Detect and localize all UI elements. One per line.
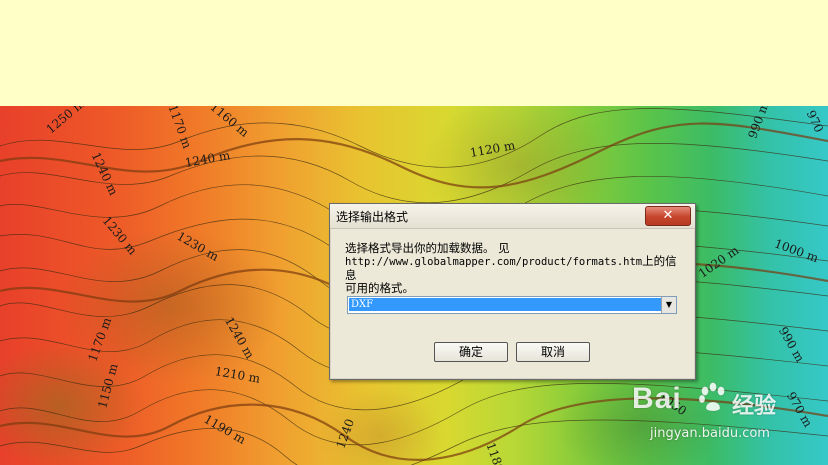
formats-url: http://www.globalmapper.com/product/form…	[345, 256, 643, 268]
format-dropdown-value: DXF	[349, 298, 661, 311]
paw-logo-icon	[698, 382, 725, 412]
dialog-title: 选择输出格式	[336, 210, 409, 224]
watermark-text: 经验	[732, 394, 777, 419]
message-line-1: 选择格式导出你的加载数据。 见	[345, 241, 510, 255]
message-line-3: 可用的格式。	[345, 281, 414, 295]
dialog-titlebar[interactable]: 选择输出格式 ✕	[330, 204, 695, 229]
watermark-url: jingyan.baidu.com	[650, 426, 770, 441]
message-line-2: http://www.globalmapper.com/product/form…	[345, 255, 685, 282]
dialog-message: 选择格式导出你的加载数据。 见 http://www.globalmapper.…	[345, 242, 685, 295]
export-format-dialog: 选择输出格式 ✕ 选择格式导出你的加载数据。 见 http://www.glob…	[329, 203, 696, 380]
dropdown-arrow-icon[interactable]: ▼	[661, 297, 676, 313]
baidu-watermark: Bai 经验 jingyan.baidu.com	[632, 376, 822, 456]
cancel-button[interactable]: 取消	[516, 342, 590, 362]
close-button[interactable]: ✕	[645, 206, 691, 226]
format-dropdown[interactable]: DXF ▼	[347, 296, 677, 314]
ok-button[interactable]: 确定	[434, 342, 508, 362]
watermark-brand: Bai	[632, 382, 682, 415]
close-icon: ✕	[662, 208, 674, 223]
